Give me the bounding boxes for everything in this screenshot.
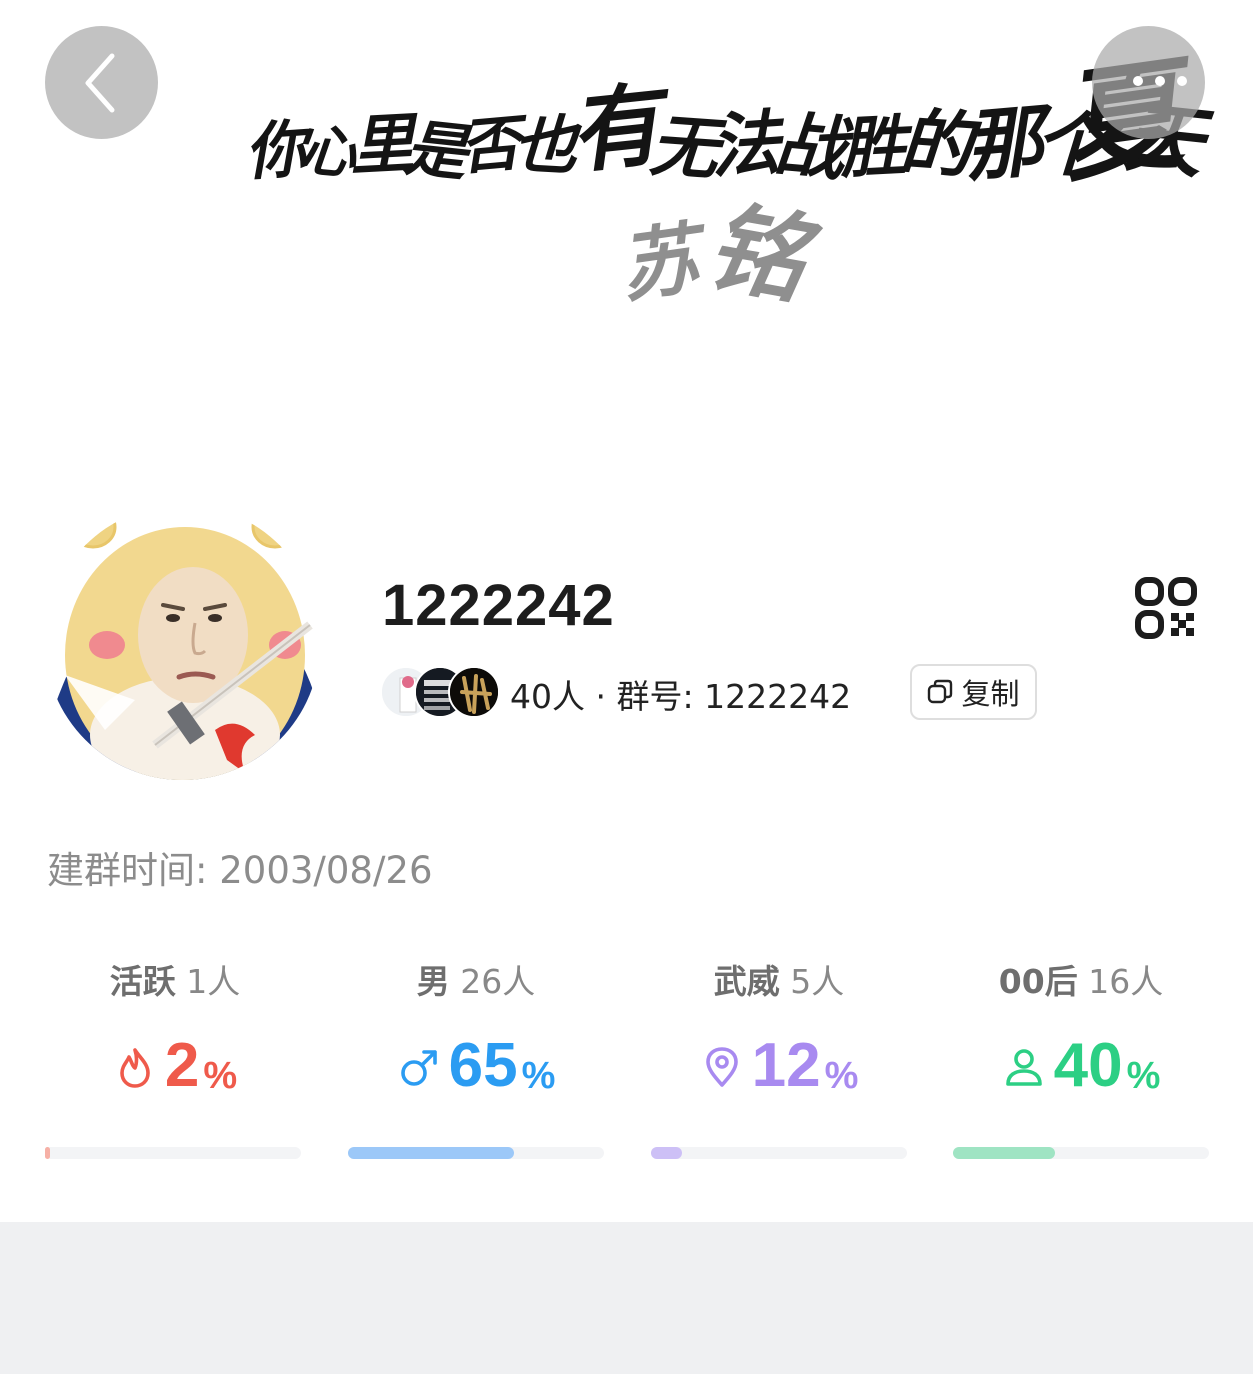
percent-unit: % <box>1126 1055 1161 1097</box>
group-profile-page: 你 心 里 是 否 也 有 无 法 战 胜 的 那 个 夏 天 苏 铭 <box>0 0 1253 1374</box>
percent-value: 12 <box>751 1031 821 1100</box>
copy-icon <box>928 679 953 704</box>
group-avatar[interactable] <box>45 505 320 780</box>
stat-label: 武威 5人 <box>713 962 845 1001</box>
copy-button-label: 复制 <box>961 677 1020 711</box>
hamster-avatar-image <box>45 505 320 780</box>
percent-unit: % <box>521 1055 556 1097</box>
male-icon <box>400 1050 437 1086</box>
percent-value: 2 <box>164 1031 200 1100</box>
back-button[interactable] <box>45 26 158 139</box>
member-and-group-id-text: 40人 · 群号: 1222242 <box>510 670 851 718</box>
signature-char: 苏 <box>613 213 704 314</box>
location-pin-icon <box>705 1047 738 1087</box>
member-summary-row: 40人 · 群号: 1222242 复制 <box>380 662 1100 720</box>
more-dots-icon <box>1132 75 1187 86</box>
banner-signature: 苏 铭 <box>614 188 820 325</box>
percent-value: 65 <box>448 1031 518 1100</box>
cover-banner: 你 心 里 是 否 也 有 无 法 战 胜 的 那 个 夏 天 苏 铭 <box>0 0 1253 470</box>
stat-bar-track <box>348 1147 604 1159</box>
stat-bar-track <box>953 1147 1209 1159</box>
copy-button[interactable]: 复制 <box>910 664 1037 720</box>
stat-male[interactable]: 男 26人 65 % <box>348 955 648 1175</box>
person-icon <box>1005 1049 1042 1086</box>
created-label: 建群时间: <box>47 849 208 892</box>
stat-bar-fill <box>45 1147 51 1159</box>
member-count: 40人 <box>510 677 585 716</box>
stat-active[interactable]: 活跃 1人 2 % <box>45 955 345 1175</box>
created-date-row: 建群时间: 2003/08/26 <box>47 840 433 894</box>
qr-code-icon[interactable] <box>1135 577 1197 639</box>
group-name: 1222242 <box>382 573 615 638</box>
member-avatar[interactable] <box>448 666 500 718</box>
stat-label: 00后 16人 <box>998 962 1164 1001</box>
stat-percent: 65 % <box>326 1035 626 1097</box>
chevron-left-icon <box>85 53 114 112</box>
group-id-label: 群号: <box>616 677 694 716</box>
banner-char: 法 <box>707 100 783 189</box>
stat-location[interactable]: 武威 5人 12 % <box>651 955 951 1175</box>
stat-bar-track <box>651 1147 907 1159</box>
stat-label: 男 26人 <box>416 962 536 1001</box>
stat-bar-fill <box>953 1147 1056 1159</box>
banner-char: 战 <box>771 102 849 191</box>
signature-char: 铭 <box>698 188 816 319</box>
created-date: 2003/08/26 <box>219 849 433 892</box>
bottom-section-background <box>0 1222 1253 1374</box>
more-button[interactable] <box>1092 26 1205 139</box>
stat-age-group[interactable]: 00后 16人 40 % <box>953 955 1253 1175</box>
stat-percent: 2 % <box>25 1035 325 1097</box>
percent-unit: % <box>824 1055 859 1097</box>
stat-bar-fill <box>348 1147 515 1159</box>
stat-label: 活跃 1人 <box>109 962 241 1001</box>
stat-bar-fill <box>651 1147 682 1159</box>
separator-dot: · <box>595 677 607 716</box>
percent-value: 40 <box>1053 1031 1123 1100</box>
stat-percent: 12 % <box>629 1035 929 1097</box>
flame-icon <box>120 1048 150 1088</box>
stat-bar-track <box>45 1147 301 1159</box>
stat-percent: 40 % <box>931 1035 1231 1097</box>
percent-unit: % <box>203 1055 238 1097</box>
group-id-value: 1222242 <box>704 677 852 716</box>
